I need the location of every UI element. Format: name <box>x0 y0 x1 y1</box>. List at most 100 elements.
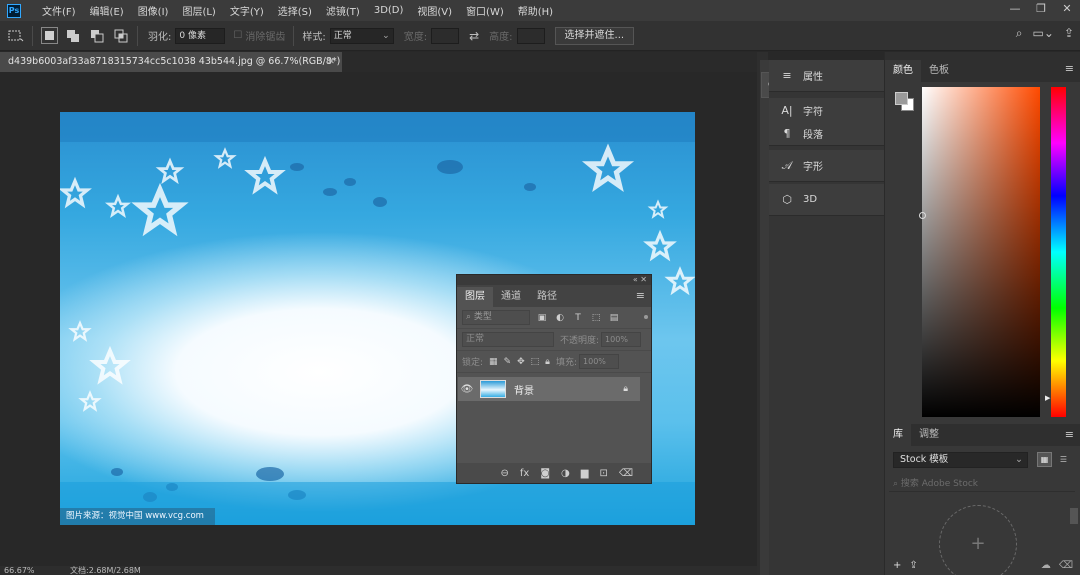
new-selection-icon[interactable] <box>40 27 58 44</box>
lock-pixels-icon[interactable]: ✎ <box>504 357 512 367</box>
panel-menu-icon[interactable]: ≡ <box>1065 428 1074 441</box>
tab-libraries[interactable]: 库 <box>885 424 911 446</box>
link-icon[interactable]: ⊖ <box>500 468 508 479</box>
tab-swatches[interactable]: 色板 <box>921 60 957 82</box>
cloud-icon[interactable]: ☁ <box>1041 560 1051 571</box>
color-field[interactable] <box>922 87 1040 417</box>
subtract-selection-icon[interactable] <box>89 28 105 44</box>
document-tab[interactable]: d439b6003af33a8718315734cc5c1038 43b544.… <box>0 52 342 72</box>
adjustment-filter-icon[interactable]: ◐ <box>554 312 566 324</box>
3d-panel-button[interactable]: ⬡ 3D <box>769 184 884 216</box>
photoshop-logo: Ps <box>7 3 21 18</box>
lock-artboard-icon[interactable]: ⬚ <box>531 357 540 367</box>
intersect-selection-icon[interactable] <box>113 28 129 44</box>
blend-mode-select[interactable]: 正常 <box>462 332 554 347</box>
library-name: Stock 模板 <box>900 454 949 465</box>
close-button[interactable]: ✕ <box>1054 0 1080 21</box>
options-right-icons: ⌕ ▭⌄ ⇪ <box>1016 26 1074 41</box>
search-icon[interactable]: ⌕ <box>1016 26 1023 41</box>
minimize-button[interactable]: — <box>1002 0 1028 21</box>
panel-header[interactable]: « ✕ <box>457 275 651 285</box>
tab-adjustments[interactable]: 调整 <box>911 424 947 446</box>
width-input[interactable] <box>431 27 460 44</box>
fx-icon[interactable]: fx <box>520 468 529 479</box>
library-panel-tabs: 库 调整 <box>885 424 1080 446</box>
filter-toggle[interactable] <box>644 315 648 319</box>
grid-view-icon[interactable]: ▦ <box>1037 452 1052 467</box>
type-filter-icon[interactable]: T <box>572 312 584 324</box>
add-selection-icon[interactable] <box>65 28 81 44</box>
antialias-checkbox[interactable]: ☐ <box>233 30 242 41</box>
menu-help[interactable]: 帮助(H) <box>511 3 560 18</box>
tab-color[interactable]: 颜色 <box>885 60 921 82</box>
document-title: d439b6003af33a8718315734cc5c1038 43b544.… <box>8 56 341 67</box>
new-layer-icon[interactable]: ⊡ <box>599 468 607 479</box>
swap-icon[interactable]: ⇄ <box>469 29 479 43</box>
lock-transparent-icon[interactable]: ▦ <box>489 357 498 367</box>
layer-filter-select[interactable]: ⌕ 类型 <box>462 310 530 325</box>
mask-icon[interactable]: ◙ <box>540 468 550 479</box>
lock-all-icon[interactable]: 🔒︎ <box>545 357 550 367</box>
hue-slider[interactable] <box>1051 87 1066 417</box>
panel-menu-icon[interactable]: ≡ <box>636 289 645 302</box>
lock-position-icon[interactable]: ✥ <box>517 357 525 367</box>
glyphs-panel-button[interactable]: 𝒜 字形 <box>769 150 884 182</box>
folder-icon[interactable]: ▆ <box>581 468 589 479</box>
menu-image[interactable]: 图像(I) <box>131 3 176 18</box>
fill-label: 填充: <box>555 358 578 368</box>
paragraph-panel-button[interactable]: ¶ 段落 <box>769 122 884 146</box>
lock-row: 锁定: ▦ ✎ ✥ ⬚ 🔒︎ 填充: 100% <box>457 351 651 373</box>
close-icon[interactable]: ✕ <box>327 52 335 72</box>
style-select[interactable]: 正常 ⌄ <box>329 27 394 44</box>
properties-panel-button[interactable]: ≡ 属性 <box>769 60 884 92</box>
height-input[interactable] <box>516 27 545 44</box>
menu-filter[interactable]: 滤镜(T) <box>319 3 367 18</box>
document-info[interactable]: 文档:2.68M/2.68M <box>70 566 141 575</box>
opacity-input[interactable]: 100% <box>601 332 642 347</box>
search-placeholder: 搜索 Adobe Stock <box>900 479 979 489</box>
menu-window[interactable]: 窗口(W) <box>459 3 511 18</box>
trash-icon[interactable]: ⌫ <box>1059 560 1073 571</box>
workspace-icon[interactable]: ▭⌄ <box>1033 26 1054 41</box>
layer-row-background[interactable]: 👁︎ 背景 🔒︎ <box>458 377 640 401</box>
character-panel-button[interactable]: A| 字符 <box>769 98 884 122</box>
scrollbar[interactable] <box>1070 508 1078 524</box>
menu-type[interactable]: 文字(Y) <box>223 3 271 18</box>
status-bar: 66.67% 文档:2.68M/2.68M <box>0 566 757 575</box>
properties-label: 属性 <box>803 72 823 83</box>
adjustment-icon[interactable]: ◑ <box>561 468 570 479</box>
hue-slider-marker[interactable]: ▶ <box>1045 394 1050 402</box>
shape-filter-icon[interactable]: ⬚ <box>590 312 602 324</box>
iconic-panels: ≡ 属性 A| 字符 ¶ 段落 𝒜 字形 ⬡ 3D <box>769 60 884 575</box>
zoom-level[interactable]: 66.67% <box>4 566 35 575</box>
document-tab-bar: d439b6003af33a8718315734cc5c1038 43b544.… <box>0 52 757 72</box>
marquee-tool-icon[interactable] <box>8 28 24 44</box>
divider <box>293 25 295 46</box>
menu-select[interactable]: 选择(S) <box>271 3 319 18</box>
add-icon[interactable]: + <box>893 560 901 571</box>
tab-channels[interactable]: 通道 <box>493 287 529 307</box>
stock-search-input[interactable]: ⌕ 搜索 Adobe Stock <box>889 476 1075 492</box>
library-select[interactable]: Stock 模板 ⌄ <box>893 452 1028 468</box>
share-icon[interactable]: ⇪ <box>1064 26 1074 41</box>
menu-edit[interactable]: 编辑(E) <box>83 3 131 18</box>
fill-input[interactable]: 100% <box>579 354 620 369</box>
menu-3d[interactable]: 3D(D) <box>367 5 411 16</box>
tab-layers[interactable]: 图层 <box>457 287 493 307</box>
upload-icon[interactable]: ⇪ <box>909 560 917 571</box>
foreground-color-swatch[interactable] <box>895 92 908 105</box>
trash-icon[interactable]: ⌫ <box>619 468 633 479</box>
eye-icon[interactable]: 👁︎ <box>458 384 476 395</box>
menu-view[interactable]: 视图(V) <box>410 3 459 18</box>
image-filter-icon[interactable]: ▣ <box>536 312 548 324</box>
tab-paths[interactable]: 路径 <box>529 287 565 307</box>
restore-button[interactable]: ❐ <box>1028 0 1054 21</box>
menu-file[interactable]: 文件(F) <box>35 3 83 18</box>
panel-menu-icon[interactable]: ≡ <box>1065 62 1074 75</box>
color-picker-marker[interactable] <box>919 212 926 219</box>
feather-input[interactable]: 0 像素 <box>175 27 226 44</box>
list-view-icon[interactable]: ☰ <box>1056 452 1071 467</box>
menu-layer[interactable]: 图层(L) <box>175 3 222 18</box>
select-and-mask-button[interactable]: 选择并遮住... <box>554 26 635 45</box>
smart-object-filter-icon[interactable]: ▤ <box>608 312 620 324</box>
